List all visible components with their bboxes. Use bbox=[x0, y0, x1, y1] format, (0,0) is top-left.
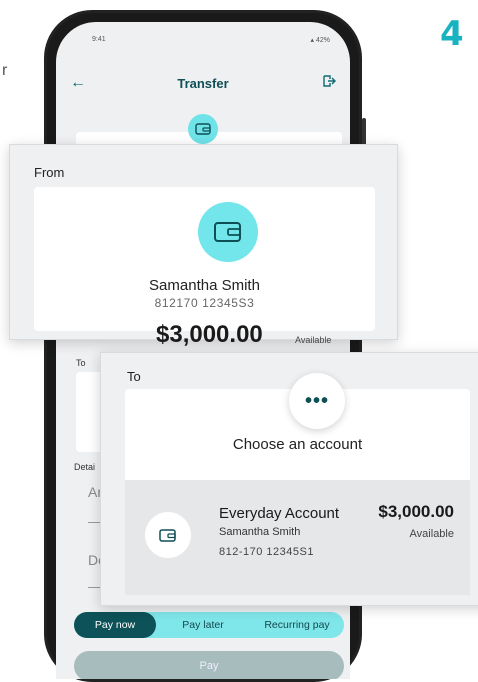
wallet-icon bbox=[188, 114, 218, 144]
to-label-background: To bbox=[76, 358, 86, 368]
pay-button[interactable]: Pay bbox=[74, 651, 344, 679]
account-name: Everyday Account bbox=[219, 505, 340, 522]
battery-icon: ▴ 42% bbox=[310, 37, 330, 44]
nav-bar: ← Transfer bbox=[56, 74, 350, 98]
tab-pay-now[interactable]: Pay now bbox=[74, 612, 156, 638]
wallet-icon bbox=[198, 202, 258, 262]
to-label: To bbox=[127, 369, 141, 384]
choose-account-prompt: Choose an account bbox=[232, 436, 363, 453]
from-account-panel: From Samantha Smith 812170 12345S3 $3,00… bbox=[9, 144, 398, 362]
schedule-segmented-control: Pay now Pay later Recurring pay bbox=[74, 612, 344, 638]
account-owner: Samantha Smith bbox=[219, 526, 301, 538]
account-available-label: Available bbox=[409, 528, 454, 540]
status-time: 9:41 bbox=[92, 36, 106, 43]
from-available-label: Available bbox=[295, 335, 332, 345]
account-balance: $3,000.00 bbox=[378, 502, 454, 521]
to-account-picker: ••• Choose an account Everyday Account S… bbox=[125, 373, 470, 595]
tab-pay-later[interactable]: Pay later bbox=[156, 619, 250, 631]
from-balance: $3,000.00 bbox=[156, 321, 263, 348]
from-account-card[interactable]: Samantha Smith 812170 12345S3 $3,000.00 … bbox=[34, 187, 375, 362]
more-dots-icon[interactable]: ••• bbox=[289, 373, 345, 429]
from-label: From bbox=[34, 165, 65, 180]
wallet-icon bbox=[145, 512, 191, 558]
details-label: Detai bbox=[74, 462, 96, 472]
account-option-everyday[interactable]: Everyday Account Samantha Smith 812-170 … bbox=[125, 480, 470, 595]
account-number: 812-170 12345S1 bbox=[219, 546, 314, 558]
page-title: Transfer bbox=[177, 76, 229, 91]
step-number: 4 bbox=[440, 14, 464, 54]
from-account-number: 812170 12345S3 bbox=[154, 296, 255, 310]
tab-recurring-pay[interactable]: Recurring pay bbox=[250, 619, 344, 631]
exit-icon[interactable] bbox=[322, 74, 336, 91]
from-account-holder: Samantha Smith bbox=[149, 277, 260, 294]
status-bar: 9:41 ▴ 42% bbox=[56, 36, 350, 50]
edge-text: r bbox=[2, 62, 8, 79]
to-account-panel: To ••• Choose an account Everyday Accoun… bbox=[100, 352, 478, 606]
